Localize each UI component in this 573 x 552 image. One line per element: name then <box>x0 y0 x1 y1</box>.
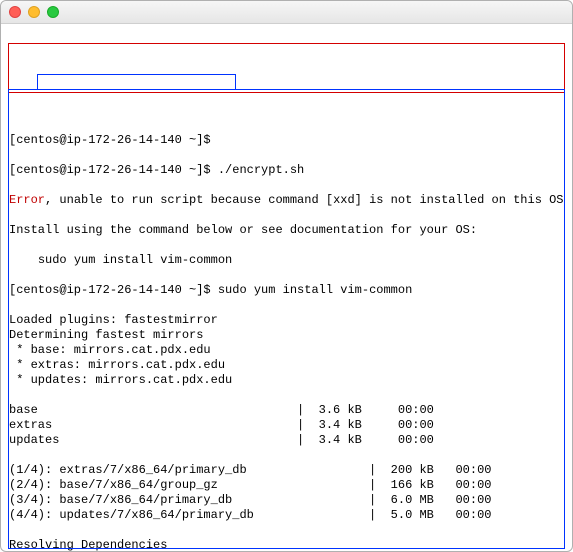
error-label: Error <box>9 193 45 207</box>
command-encrypt: ./encrypt.sh <box>218 163 304 177</box>
terminal-window: [centos@ip-172-26-14-140 ~]$ [centos@ip-… <box>0 0 573 552</box>
dep-line: Resolving Dependencies <box>9 538 564 552</box>
download-row: (1/4): extras/7/x86_64/primary_db | 200 … <box>9 463 564 478</box>
prompt: [centos@ip-172-26-14-140 ~]$ <box>9 163 218 177</box>
output-line: * extras: mirrors.cat.pdx.edu <box>9 358 564 373</box>
download-row: (4/4): updates/7/x86_64/primary_db | 5.0… <box>9 508 564 523</box>
output-line: Loaded plugins: fastestmirror <box>9 313 564 328</box>
repo-row: extras | 3.4 kB 00:00 <box>9 418 564 433</box>
terminal-content[interactable]: [centos@ip-172-26-14-140 ~]$ [centos@ip-… <box>1 24 572 552</box>
close-icon[interactable] <box>9 6 21 18</box>
prompt: [centos@ip-172-26-14-140 ~]$ <box>9 133 218 147</box>
repo-row: updates | 3.4 kB 00:00 <box>9 433 564 448</box>
command-yum-install: sudo yum install vim-common <box>218 283 412 297</box>
download-row: (2/4): base/7/x86_64/group_gz | 166 kB 0… <box>9 478 564 493</box>
suggested-command: sudo yum install vim-common <box>38 253 232 267</box>
indent <box>9 253 38 267</box>
highlight-error-box <box>8 43 565 93</box>
download-row: (3/4): base/7/x86_64/primary_db | 6.0 MB… <box>9 493 564 508</box>
install-instruction: Install using the command below or see d… <box>9 223 564 238</box>
repo-row: base | 3.6 kB 00:00 <box>9 403 564 418</box>
zoom-icon[interactable] <box>47 6 59 18</box>
highlight-suggest-box <box>37 74 236 90</box>
output-line: * base: mirrors.cat.pdx.edu <box>9 343 564 358</box>
window-titlebar <box>1 1 572 24</box>
output-line: * updates: mirrors.cat.pdx.edu <box>9 373 564 388</box>
prompt: [centos@ip-172-26-14-140 ~]$ <box>9 283 218 297</box>
output-line: Determining fastest mirrors <box>9 328 564 343</box>
minimize-icon[interactable] <box>28 6 40 18</box>
error-text: , unable to run script because command [… <box>45 193 563 207</box>
